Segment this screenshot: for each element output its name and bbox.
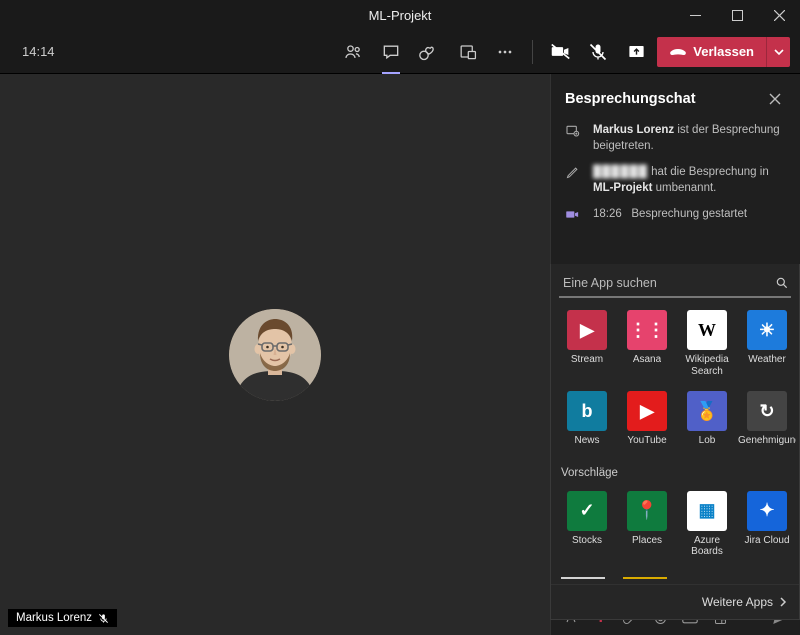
leave-label: Verlassen — [693, 44, 754, 59]
minimize-button[interactable] — [674, 0, 716, 30]
tab-indicator-2 — [623, 577, 667, 579]
app-label: Asana — [633, 354, 661, 366]
app-icon: ✓ — [567, 491, 607, 531]
app-tile-wikipedia-search[interactable]: W Wikipedia Search — [679, 310, 735, 377]
share-button[interactable] — [619, 35, 653, 69]
app-label: Genehmigungen — [738, 435, 796, 447]
chevron-down-icon — [774, 47, 784, 57]
leave-button[interactable]: Verlassen — [657, 37, 766, 67]
event-text: hat die Besprechung in — [648, 166, 769, 178]
app-label: Places — [632, 535, 662, 547]
search-icon — [775, 276, 789, 290]
window-controls — [674, 0, 800, 30]
app-tile-lob[interactable]: 🏅 Lob — [679, 391, 735, 447]
app-icon: W — [687, 310, 727, 350]
app-icon: 🏅 — [687, 391, 727, 431]
app-label: News — [574, 435, 599, 447]
app-icon: ✦ — [747, 491, 787, 531]
app-icon: ⋮⋮ — [627, 310, 667, 350]
app-tile-azure-boards[interactable]: ▦ Azure Boards — [679, 491, 735, 558]
more-apps-button[interactable]: Weitere Apps — [551, 584, 799, 619]
tab-indicator-1 — [561, 577, 605, 579]
app-grid-suggestions: ✓ Stocks 📍 Places ▦ Azure Boards ✦ Jira Cloud — [551, 485, 799, 566]
chat-event-started: 18:26 Besprechung gestartet — [565, 206, 786, 222]
app-label: Wikipedia Search — [679, 354, 735, 377]
app-tile-news[interactable]: b News — [559, 391, 615, 447]
more-apps-label: Weitere Apps — [702, 595, 773, 609]
meeting-clock: 14:14 — [10, 44, 55, 59]
chat-events: Markus Lorenz ist der Besprechung beiget… — [551, 122, 800, 236]
app-label: Lob — [699, 435, 716, 447]
event-text: umbenannt. — [652, 182, 716, 194]
chat-event-joined: Markus Lorenz ist der Besprechung beiget… — [565, 122, 786, 154]
mic-muted-icon — [98, 613, 109, 624]
mic-toggle[interactable] — [581, 35, 615, 69]
app-icon: ▶ — [627, 391, 667, 431]
app-label: Jira Cloud — [744, 535, 789, 547]
chat-header: Besprechungschat — [551, 74, 800, 122]
participant-name-pill: Markus Lorenz — [8, 609, 117, 627]
participants-button[interactable] — [336, 35, 370, 69]
reactions-button[interactable] — [412, 35, 446, 69]
app-icon: b — [567, 391, 607, 431]
event-user: Markus Lorenz — [593, 124, 674, 136]
chevron-right-icon — [779, 597, 787, 607]
event-time: 18:26 — [593, 208, 622, 220]
hangup-icon — [669, 43, 687, 61]
event-target: ML-Projekt — [593, 182, 652, 194]
chat-title: Besprechungschat — [565, 91, 696, 107]
app-tile-youtube[interactable]: ▶ YouTube — [619, 391, 675, 447]
participant-name: Markus Lorenz — [16, 612, 92, 624]
app-label: Stocks — [572, 535, 602, 547]
app-icon: ☀ — [747, 310, 787, 350]
camera-icon — [565, 206, 583, 222]
rooms-button[interactable] — [450, 35, 484, 69]
join-icon — [565, 122, 583, 154]
participant-avatar — [229, 309, 321, 401]
title-bar: ML-Projekt — [0, 0, 800, 30]
app-label: Azure Boards — [679, 535, 735, 558]
leave-group: Verlassen — [657, 37, 790, 67]
app-tile-places[interactable]: 📍 Places — [619, 491, 675, 558]
camera-toggle[interactable] — [543, 35, 577, 69]
close-button[interactable] — [758, 0, 800, 30]
app-icon: ▦ — [687, 491, 727, 531]
app-tile-stream[interactable]: ▶ Stream — [559, 310, 615, 377]
event-user-redacted: ██████ — [593, 166, 648, 178]
app-tile-jira-cloud[interactable]: ✦ Jira Cloud — [739, 491, 795, 558]
app-tile-asana[interactable]: ⋮⋮ Asana — [619, 310, 675, 377]
event-text: Besprechung gestartet — [631, 208, 747, 220]
leave-menu-button[interactable] — [766, 37, 790, 67]
app-search-input[interactable] — [561, 273, 775, 293]
app-grid-recent: ▶ Stream ⋮⋮ Asana W Wikipedia Search ☀ Weather — [551, 304, 799, 385]
app-search-field[interactable] — [559, 270, 791, 298]
app-tile-genehmigungen[interactable]: ↻ Genehmigungen — [739, 391, 795, 447]
video-stage: Markus Lorenz — [0, 74, 550, 635]
app-label: Weather — [748, 354, 786, 366]
chat-button[interactable] — [374, 35, 408, 69]
app-picker-flyout: ▶Stream⋮⋮AsanaWWikipedia Search☀Weather … — [550, 264, 800, 620]
chat-event-renamed: ██████ hat die Besprechung in ML-Projekt… — [565, 164, 786, 196]
window-title: ML-Projekt — [369, 8, 432, 23]
edit-icon — [565, 164, 583, 196]
app-grid-recent-2: b News ▶ YouTube 🏅 Lob ↻ Genehmigungen — [551, 385, 799, 455]
suggestions-heading: Vorschläge — [551, 455, 799, 485]
maximize-button[interactable] — [716, 0, 758, 30]
meeting-toolbar: 14:14 Verlassen — [0, 30, 800, 74]
chat-close-button[interactable] — [764, 88, 786, 110]
app-icon: 📍 — [627, 491, 667, 531]
app-icon: ↻ — [747, 391, 787, 431]
app-tile-stocks[interactable]: ✓ Stocks — [559, 491, 615, 558]
app-label: Stream — [571, 354, 603, 366]
app-icon: ▶ — [567, 310, 607, 350]
app-tile-weather[interactable]: ☀ Weather — [739, 310, 795, 377]
toolbar-divider — [532, 40, 533, 64]
app-label: YouTube — [627, 435, 666, 447]
more-actions-button[interactable] — [488, 35, 522, 69]
